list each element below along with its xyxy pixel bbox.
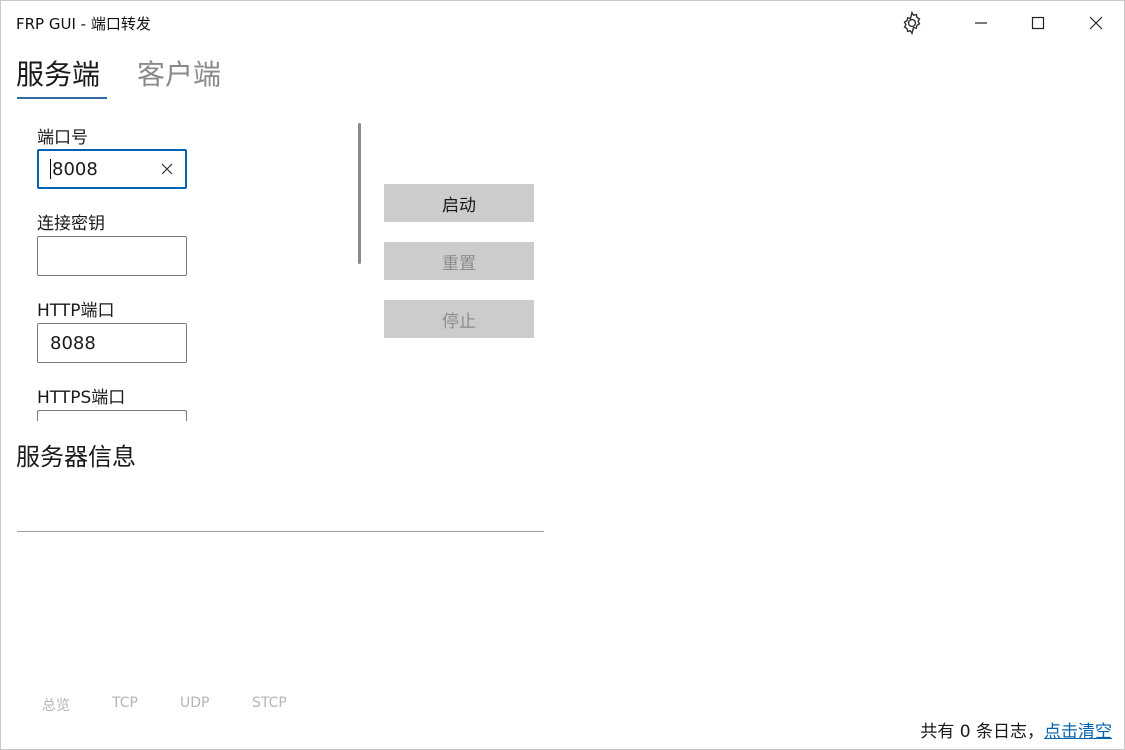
port-input-value: 8008 — [52, 158, 98, 180]
https-port-input[interactable] — [37, 410, 187, 421]
start-button[interactable]: 启动 — [384, 184, 534, 222]
tab-selection-indicator — [17, 97, 107, 99]
tab-stcp[interactable]: STCP — [252, 695, 287, 711]
log-status: 共有 0 条日志，点击清空 — [920, 717, 1112, 742]
section-divider — [17, 531, 544, 532]
http-port-label: HTTP端口 — [37, 301, 115, 321]
minimize-icon — [975, 22, 987, 24]
title-bar: FRP GUI - 端口转发 — [1, 1, 1124, 45]
window-title: FRP GUI - 端口转发 — [16, 15, 151, 33]
clear-log-link[interactable]: 点击清空 — [1044, 722, 1112, 742]
port-label: 端口号 — [37, 128, 88, 148]
tab-udp[interactable]: UDP — [180, 695, 209, 711]
clear-x-icon[interactable] — [160, 162, 174, 176]
maximize-icon — [1031, 16, 1045, 30]
reset-button[interactable]: 重置 — [384, 242, 534, 280]
tab-server[interactable]: 服务端 — [16, 53, 100, 93]
server-info-title: 服务器信息 — [16, 443, 136, 471]
secret-input[interactable] — [37, 236, 187, 276]
http-port-input[interactable]: 8088 — [37, 323, 187, 363]
stop-button[interactable]: 停止 — [384, 300, 534, 338]
app-window: FRP GUI - 端口转发 服务端 客户端 端口号 8008 连接密钥 HTT… — [0, 0, 1125, 750]
tab-tcp[interactable]: TCP — [112, 695, 138, 711]
tab-overview[interactable]: 总览 — [42, 695, 70, 715]
minimize-button[interactable] — [952, 1, 1010, 45]
settings-button[interactable] — [883, 1, 941, 45]
server-settings-form[interactable]: 端口号 8008 连接密钥 HTTP端口 8088 HTTPS端口 — [1, 111, 361, 421]
http-port-input-value: 8088 — [50, 332, 96, 354]
port-input[interactable]: 8008 — [37, 149, 187, 189]
close-icon — [1089, 16, 1103, 30]
secret-label: 连接密钥 — [37, 214, 105, 234]
close-button[interactable] — [1067, 1, 1125, 45]
text-caret — [50, 159, 51, 179]
log-count-text: 共有 0 条日志， — [920, 722, 1044, 742]
tab-client[interactable]: 客户端 — [137, 53, 221, 93]
form-scrollbar[interactable] — [358, 123, 361, 264]
gear-icon — [903, 10, 921, 36]
https-port-label: HTTPS端口 — [37, 388, 126, 408]
maximize-button[interactable] — [1009, 1, 1067, 45]
